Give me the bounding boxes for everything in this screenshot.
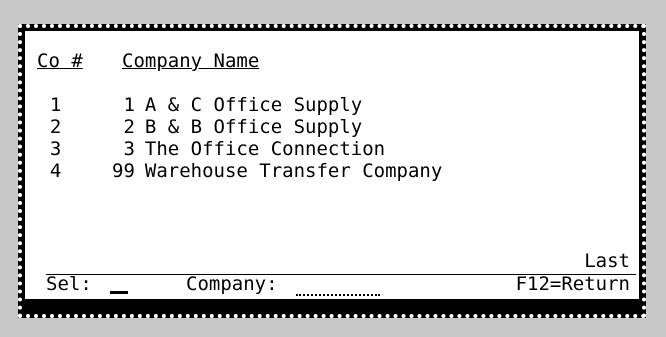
company-number: 99 [112, 160, 135, 182]
terminal-bottom-band [25, 299, 639, 311]
company-name: Warehouse Transfer Company [144, 160, 443, 182]
list-item[interactable]: 4 99 Warehouse Transfer Company [27, 138, 442, 182]
row-number: 4 [49, 160, 62, 182]
column-header-company-name: Company Name [122, 50, 260, 72]
company-input[interactable] [296, 276, 380, 296]
sel-input[interactable] [110, 283, 128, 294]
column-header-co-number: Co # [37, 50, 83, 72]
list-status-last: Last [584, 250, 630, 272]
company-label: Company: [186, 273, 278, 295]
sel-label: Sel: [46, 273, 92, 295]
f12-return-key[interactable]: F12=Return [516, 273, 630, 295]
